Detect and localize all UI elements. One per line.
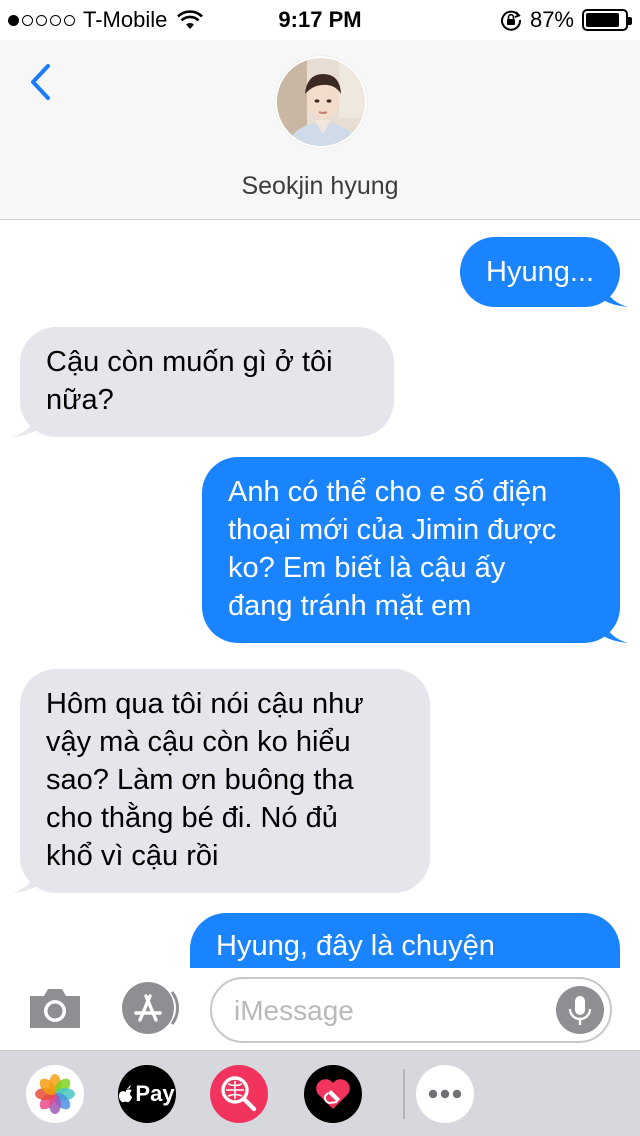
message-text: Hyung, đây là chuyện (216, 930, 495, 962)
microphone-button[interactable] (556, 986, 604, 1034)
apple-pay-icon[interactable]: Pay (118, 1065, 176, 1123)
message-bubble-outgoing[interactable]: Hyung, đây là chuyện (190, 913, 620, 968)
battery-percent: 87% (529, 7, 574, 32)
contact-avatar[interactable] (275, 56, 367, 148)
message-input-placeholder: iMessage (234, 995, 354, 1026)
apple-logo-icon (119, 1085, 133, 1103)
microphone-icon (568, 996, 592, 1025)
status-bar: T-Mobile 9:17 PM 87% (0, 0, 640, 40)
app-drawer-divider (403, 1069, 405, 1119)
app-drawer: Pay (0, 1050, 640, 1136)
message-thread[interactable]: Hyung... Cậu còn muốn gì ở tôi nữa? Anh … (0, 221, 640, 968)
camera-icon[interactable] (26, 984, 84, 1032)
message-bubble-outgoing[interactable]: Anh có thể cho e số điện thoại mới của J… (202, 457, 628, 643)
apple-pay-label: Pay (118, 1065, 176, 1123)
bubble-tail (12, 409, 38, 437)
rotation-lock-icon (500, 10, 521, 31)
web-search-icon[interactable] (210, 1065, 268, 1123)
message-bubble-incoming[interactable]: Hôm qua tôi nói cậu như vậy mà cậu còn k… (12, 669, 430, 893)
bubble-tail (12, 865, 38, 893)
battery-icon (582, 9, 632, 31)
bubble-tail (602, 615, 628, 643)
message-text: Anh có thể cho e số điện thoại mới của J… (228, 476, 557, 622)
bubble-tail (602, 279, 628, 307)
app-store-icon[interactable] (120, 980, 180, 1036)
digital-touch-icon[interactable] (304, 1065, 362, 1123)
message-text: Hôm qua tôi nói cậu như vậy mà cậu còn k… (46, 688, 364, 872)
apple-pay-text: Pay (135, 1081, 175, 1106)
message-text: Hyung... (486, 256, 594, 288)
avatar-photo (277, 58, 365, 146)
back-chevron-icon[interactable] (24, 60, 60, 104)
contact-name[interactable]: Seokjin hyung (0, 172, 640, 201)
photos-icon[interactable] (26, 1065, 84, 1123)
message-text: Cậu còn muốn gì ở tôi nữa? (46, 346, 333, 416)
message-bubble-incoming[interactable]: Cậu còn muốn gì ở tôi nữa? (12, 327, 394, 437)
message-bubble-outgoing[interactable]: Hyung... (460, 237, 628, 307)
compose-bar: iMessage (0, 968, 640, 1050)
message-input[interactable]: iMessage (210, 977, 612, 1043)
more-icon[interactable] (416, 1065, 474, 1123)
conversation-header: Seokjin hyung (0, 40, 640, 220)
status-right: 87% (500, 7, 632, 33)
